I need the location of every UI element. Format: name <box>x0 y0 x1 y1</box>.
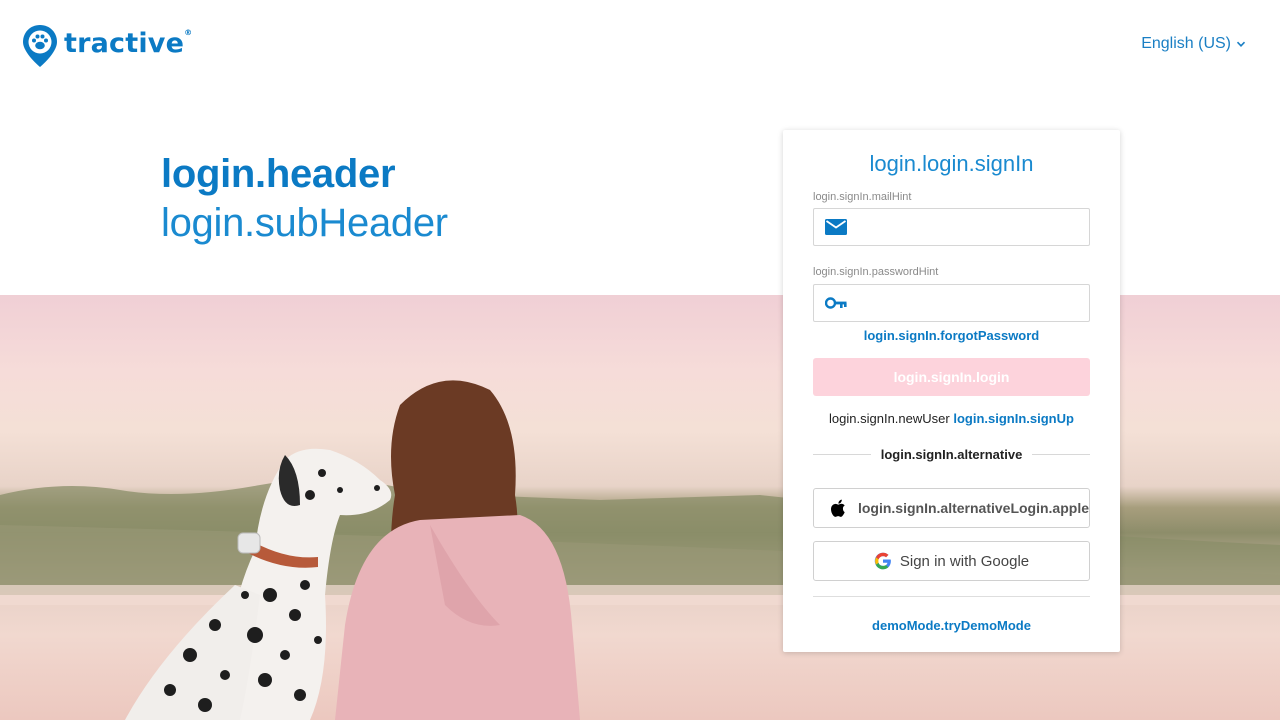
new-user-row: login.signIn.newUser login.signIn.signUp <box>783 411 1120 426</box>
divider-line <box>813 454 871 455</box>
email-field[interactable] <box>813 208 1090 246</box>
google-sign-in-button[interactable]: Sign in with Google <box>813 541 1090 581</box>
login-card: login.login.signIn login.signIn.mailHint… <box>783 130 1120 652</box>
alternative-divider: login.signIn.alternative <box>813 447 1091 462</box>
language-selector[interactable]: English (US) <box>1141 35 1246 53</box>
tractive-logo[interactable]: tractive® <box>22 24 192 68</box>
google-button-label: Sign in with Google <box>899 552 1030 570</box>
demo-mode-link[interactable]: demoMode.tryDemoMode <box>872 618 1031 633</box>
login-button[interactable]: login.signIn.login <box>813 358 1090 396</box>
sign-up-link[interactable]: login.signIn.signUp <box>953 411 1074 426</box>
apple-icon <box>831 499 845 517</box>
mail-icon <box>814 219 858 235</box>
registered-mark: ® <box>184 27 193 37</box>
alternative-label: login.signIn.alternative <box>880 447 1023 462</box>
login-title: login.login.signIn <box>869 151 1034 176</box>
password-input[interactable] <box>858 285 1089 321</box>
google-icon <box>874 552 891 570</box>
paw-pin-icon <box>23 25 57 67</box>
new-user-text: login.signIn.newUser <box>829 411 950 426</box>
password-label: login.signIn.passwordHint <box>813 266 939 278</box>
apple-button-label: login.signIn.alternativeLogin.apple <box>857 500 1089 516</box>
chevron-down-icon <box>1236 41 1246 47</box>
password-field[interactable] <box>813 284 1090 322</box>
hero-subtitle: login.subHeader <box>161 201 448 245</box>
apple-sign-in-button[interactable]: login.signIn.alternativeLogin.apple <box>813 488 1090 528</box>
key-icon <box>814 297 858 309</box>
divider-line <box>1032 454 1091 455</box>
forgot-password-link[interactable]: login.signIn.forgotPassword <box>864 328 1040 343</box>
email-input[interactable] <box>858 209 1089 245</box>
language-label: English (US) <box>1141 35 1231 52</box>
brand-name: tractive® <box>64 27 193 59</box>
card-divider <box>813 596 1090 597</box>
hero-title: login.header <box>161 152 396 196</box>
email-label: login.signIn.mailHint <box>813 191 912 203</box>
